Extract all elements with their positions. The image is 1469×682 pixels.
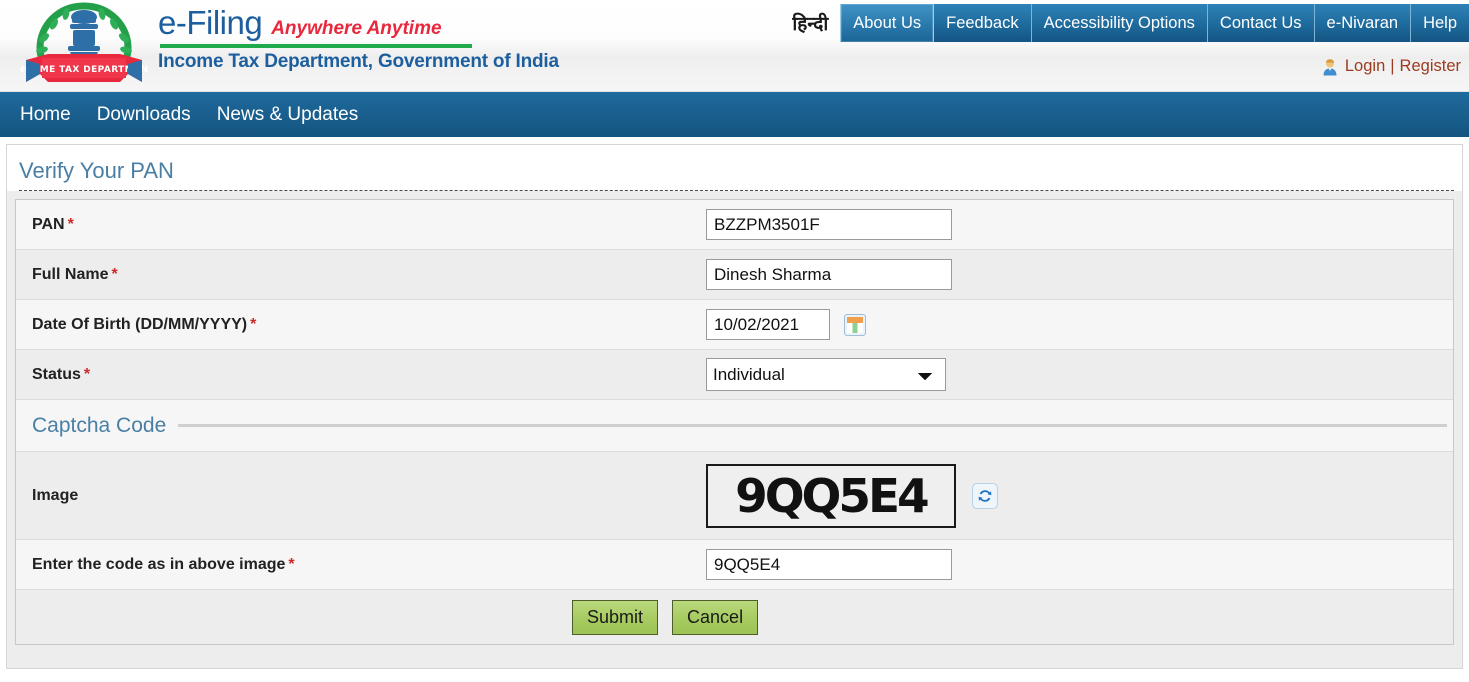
captcha-section-rule <box>178 424 1447 427</box>
top-nav-about-us[interactable]: About Us <box>840 4 935 42</box>
nav-item-downloads[interactable]: Downloads <box>97 104 191 126</box>
status-label-cell: Status * <box>16 366 706 384</box>
top-nav-feedback[interactable]: Feedback <box>934 4 1032 42</box>
top-utility-nav: हिन्दी About Us Feedback Accessibility O… <box>792 4 1469 42</box>
submit-button[interactable]: Submit <box>572 599 659 635</box>
page-title: Verify Your PAN <box>19 158 174 183</box>
page-root: सत्यमेव भारत सरकार INCOME TAX DEPARTMENT… <box>0 0 1469 682</box>
dob-label: Date Of Birth (DD/MM/YYYY) <box>32 315 248 333</box>
captcha-image-label-cell: Image <box>16 487 706 505</box>
refresh-captcha-icon[interactable] <box>972 482 998 509</box>
brand-department: Income Tax Department, Government of Ind… <box>158 51 559 72</box>
verify-pan-form: PAN* Full Name* <box>15 199 1454 645</box>
register-link[interactable]: Register <box>1400 57 1461 76</box>
captcha-image: 9QQ5E4 <box>706 463 956 528</box>
brand-text-block: e-Filing Anywhere Anytime Income Tax Dep… <box>158 0 559 73</box>
captcha-input-cell <box>706 549 1453 580</box>
cancel-button[interactable]: Cancel <box>672 599 759 635</box>
user-avatar-icon <box>1321 58 1339 76</box>
site-header: सत्यमेव भारत सरकार INCOME TAX DEPARTMENT… <box>0 0 1469 92</box>
pan-label-cell: PAN * <box>16 216 706 234</box>
form-row-date-of-birth: Date Of Birth (DD/MM/YYYY) * <box>16 300 1453 350</box>
language-toggle-hindi[interactable]: हिन्दी <box>792 4 840 42</box>
calendar-icon[interactable] <box>844 313 866 336</box>
top-nav-contact-us[interactable]: Contact Us <box>1207 4 1315 42</box>
form-row-status: Status * Individual <box>16 350 1453 400</box>
main-navigation-bar: Home Downloads News & Updates <box>0 92 1469 137</box>
brand-title: e-Filing <box>158 4 263 41</box>
full-name-label-cell: Full Name * <box>16 266 706 284</box>
dob-label-cell: Date Of Birth (DD/MM/YYYY) * <box>16 316 706 334</box>
dob-required-mark: * <box>250 315 257 333</box>
auth-separator: | <box>1390 57 1395 75</box>
form-row-full-name: Full Name * <box>16 250 1453 300</box>
captcha-input[interactable] <box>706 549 952 580</box>
pan-input[interactable] <box>706 209 952 240</box>
brand-tagline: Anywhere Anytime <box>271 18 442 39</box>
captcha-image-text: 9QQ5E4 <box>735 468 929 523</box>
form-actions-row: Submit Cancel <box>16 590 1453 644</box>
form-row-captcha-input: Enter the code as in above image * <box>16 540 1453 590</box>
pan-field-cell <box>706 209 1453 240</box>
full-name-label: Full Name <box>32 265 109 283</box>
pan-required-mark: * <box>67 215 74 233</box>
status-field-cell: Individual <box>706 358 1453 391</box>
captcha-section-header: Captcha Code <box>16 400 1453 452</box>
form-row-pan: PAN * <box>16 200 1453 250</box>
captcha-image-cell: 9QQ5E4 <box>706 463 1453 528</box>
top-nav-items: About Us Feedback Accessibility Options … <box>840 4 1469 42</box>
page-content: Verify Your PAN PAN * BZZPM3501F Full Na… <box>0 144 1469 669</box>
nav-item-news-and-updates[interactable]: News & Updates <box>217 104 359 126</box>
auth-links: Login | Register <box>1321 57 1461 76</box>
top-nav-accessibility-options[interactable]: Accessibility Options <box>1031 4 1208 42</box>
captcha-section-title: Captcha Code <box>32 413 167 437</box>
svg-text:सत्यमेव: सत्यमेव <box>79 39 91 44</box>
top-nav-e-nivaran[interactable]: e-Nivaran <box>1314 4 1412 42</box>
top-nav-help[interactable]: Help <box>1411 4 1469 42</box>
nav-item-home[interactable]: Home <box>20 104 71 126</box>
income-tax-emblem-icon: सत्यमेव भारत सरकार INCOME TAX DEPARTMENT <box>13 0 155 88</box>
form-row-captcha-image: Image 9QQ5E4 <box>16 452 1453 540</box>
full-name-field-cell <box>706 259 1453 290</box>
status-required-mark: * <box>83 365 91 383</box>
dob-field-cell <box>706 309 1453 340</box>
verify-pan-panel: Verify Your PAN PAN * BZZPM3501F Full Na… <box>6 144 1463 655</box>
form-wrapper: PAN* Full Name* <box>7 191 1462 655</box>
full-name-required-mark: * <box>111 265 118 283</box>
captcha-input-label-cell: Enter the code as in above image * <box>16 556 706 574</box>
login-link[interactable]: Login <box>1345 57 1385 76</box>
status-label: Status <box>32 365 81 383</box>
status-select[interactable]: Individual <box>706 358 946 391</box>
panel-footer-strip <box>6 655 1463 669</box>
pan-label: PAN <box>32 215 65 233</box>
captcha-required-mark: * <box>288 555 295 573</box>
captcha-input-label: Enter the code as in above image <box>32 555 286 573</box>
date-of-birth-input[interactable] <box>706 309 830 340</box>
full-name-input[interactable] <box>706 259 952 290</box>
captcha-image-label: Image <box>32 486 79 504</box>
brand-divider <box>160 44 472 48</box>
brand-block: सत्यमेव भारत सरकार INCOME TAX DEPARTMENT… <box>13 0 559 88</box>
